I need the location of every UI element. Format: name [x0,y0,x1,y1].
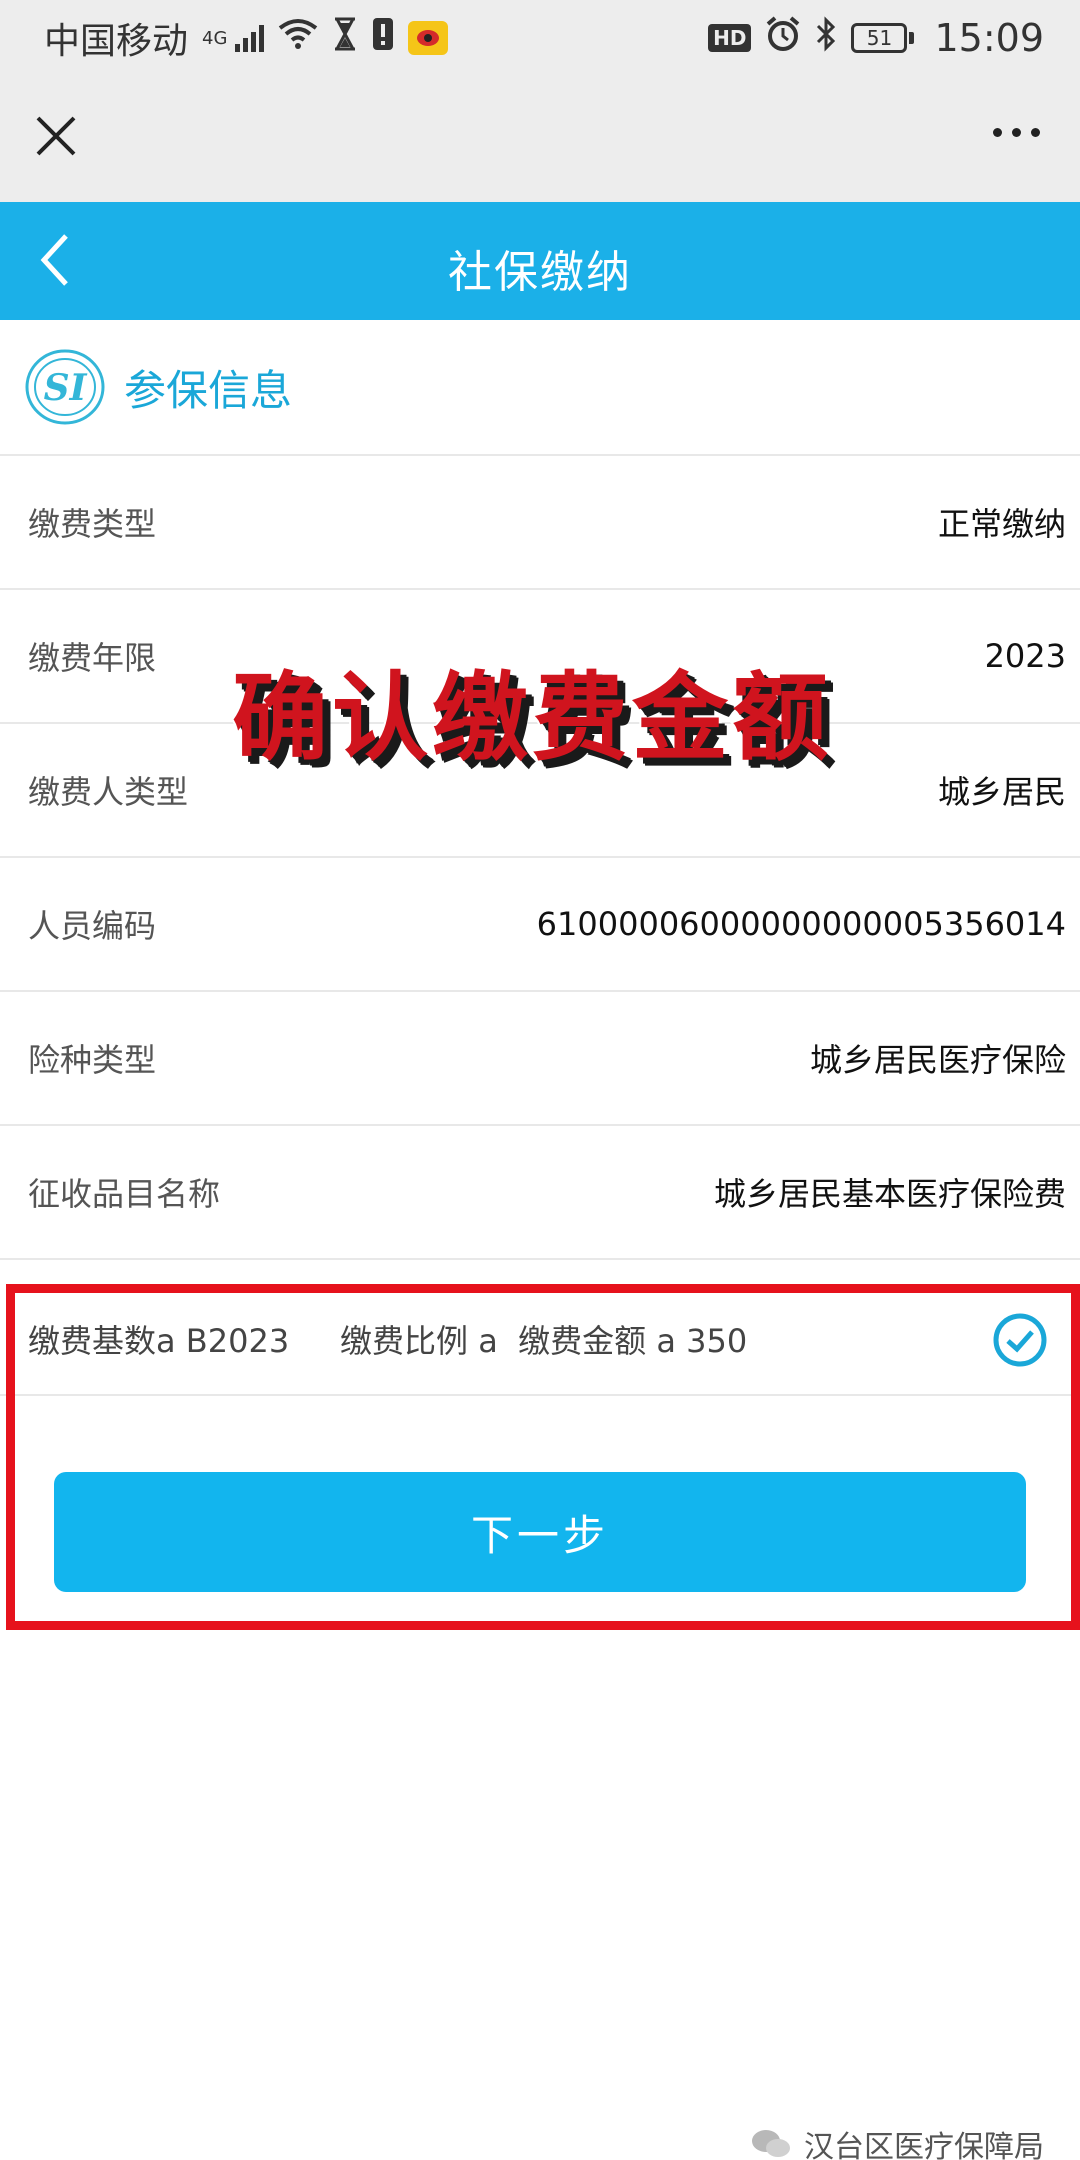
watermark: 汉台区医疗保障局 [750,2122,1044,2160]
row-label: 缴费年限 [28,639,157,677]
logo-text: SI [44,367,88,409]
row-label: 征收品目名称 [28,1175,221,1213]
clock: 15:09 [934,16,1044,60]
close-icon[interactable] [34,114,78,158]
row-value: 城乡居民基本医疗保险费 [713,1175,1066,1213]
status-left: 中国移动 4G [44,12,449,64]
status-bar: 中国移动 4G HD 51 15:09 [0,0,1080,76]
row-value: 城乡居民 [937,773,1066,811]
hourglass-icon [332,17,358,59]
info-row-insurance-type: 险种类型 城乡居民医疗保险 [0,992,1080,1126]
weibo-icon [408,21,449,55]
info-list: 缴费类型 正常缴纳 缴费年限 2023 缴费人类型 城乡居民 人员编码 6100… [0,456,1080,1260]
signal-icon [235,24,265,52]
bluetooth-icon [815,16,837,60]
browser-nav-bar [0,76,1080,202]
network-type: 4G [202,27,228,49]
carrier-label: 中国移动 [44,21,189,62]
row-label: 险种类型 [28,1041,157,1079]
alarm-icon [765,16,801,60]
info-row-levy-item: 征收品目名称 城乡居民基本医疗保险费 [0,1126,1080,1260]
row-value: 2023 [984,637,1066,675]
battery-level: 51 [851,23,908,53]
info-row-payment-type: 缴费类型 正常缴纳 [0,456,1080,590]
hd-badge: HD [708,24,752,52]
watermark-text: 汉台区医疗保障局 [804,2130,1044,2160]
alert-icon [372,17,394,59]
more-options-icon[interactable] [993,128,1040,137]
row-label: 人员编码 [28,907,157,945]
info-row-person-code: 人员编码 61000006000000000005356014 [0,858,1080,992]
section-title: 参保信息 [124,365,293,415]
row-label: 缴费类型 [28,505,157,543]
wifi-icon [278,18,318,58]
row-label: 缴费人类型 [28,773,189,811]
social-insurance-logo-icon: SI [25,349,105,425]
section-header: SI 参保信息 [0,320,1080,456]
row-value: 城乡居民医疗保险 [809,1041,1066,1079]
row-value: 正常缴纳 [937,505,1066,543]
wechat-icon [752,2130,790,2157]
app-header: 社保缴纳 [0,202,1080,320]
status-right: HD 51 15:09 [708,16,1044,60]
highlight-frame [6,1284,1080,1630]
overlay-caption: 确认缴费金额 [230,660,832,776]
back-icon[interactable] [36,230,76,292]
battery-icon: 51 [851,23,915,53]
page-title: 社保缴纳 [448,247,632,298]
row-value: 61000006000000000005356014 [536,905,1066,943]
